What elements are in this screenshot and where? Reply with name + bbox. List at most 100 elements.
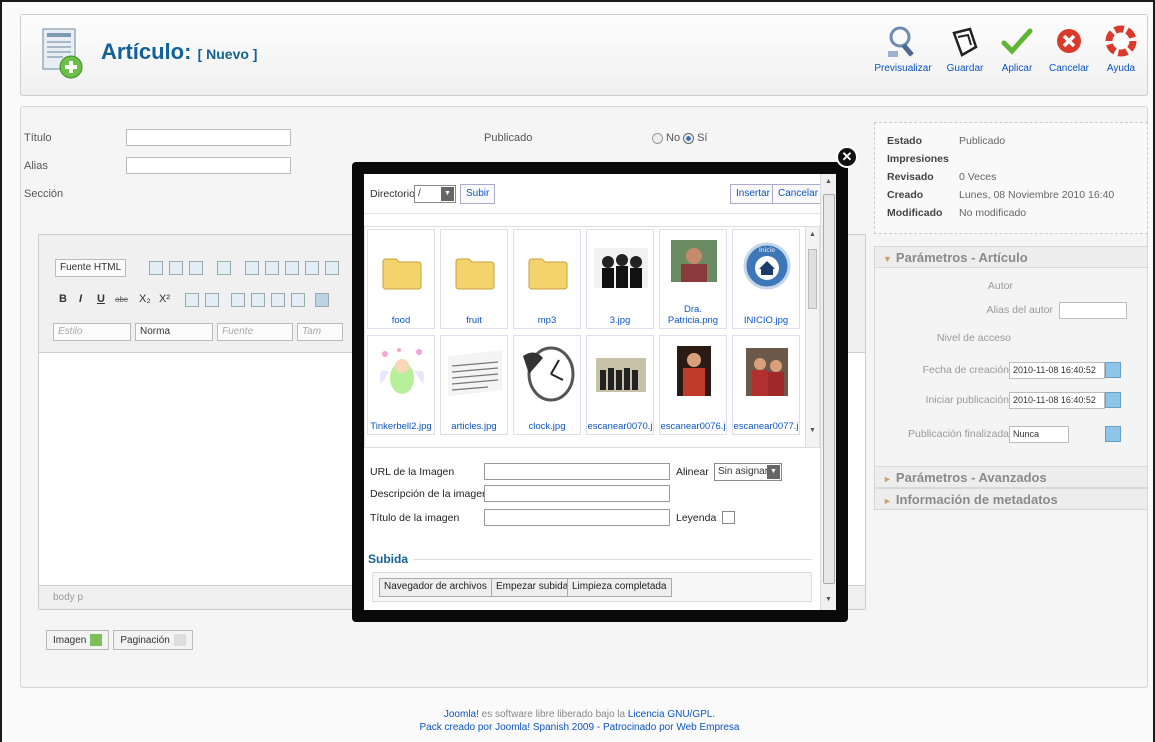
insert-image-button[interactable]: Imagen [46,630,110,650]
modal-cancel-button[interactable]: Cancelar [772,184,825,204]
radio-no[interactable] [652,132,663,144]
modal-scroll-thumb[interactable] [823,194,835,584]
accordion-metadata[interactable]: ► Información de metadatos [874,488,1148,510]
title-input[interactable] [126,129,291,146]
paste-icon[interactable] [285,261,299,275]
folder-tile[interactable]: food [367,229,435,329]
align-select[interactable]: Sin asignar ▼ [714,463,782,481]
footer-text: es software libre liberado bajo la [481,709,626,720]
credits-link[interactable]: Pack creado por Joomla! Spanish 2009 - P… [420,722,740,733]
gallery-scroll-thumb[interactable] [808,249,817,309]
size-select[interactable]: Tam [297,323,343,341]
italic-icon[interactable]: I [79,293,82,305]
apply-button[interactable]: Aplicar [991,23,1043,74]
start-upload-button[interactable]: Empezar subida [491,578,574,597]
image-title-input[interactable] [484,509,670,526]
scroll-down-icon[interactable]: ▼ [825,596,832,603]
pagebreak-button[interactable]: Paginación [113,630,193,650]
clear-completed-button[interactable]: Limpieza completada [567,578,672,597]
cut-icon[interactable] [245,261,259,275]
save-doc-icon[interactable] [149,261,163,275]
template-icon[interactable] [189,261,203,275]
close-modal-icon[interactable]: ✕ [836,146,858,168]
author-alias-input[interactable] [1059,302,1127,319]
image-tile[interactable]: escanear0076.j [659,335,727,435]
indent-icon[interactable] [251,293,265,307]
image-tile[interactable]: clock.jpg [513,335,581,435]
save-button[interactable]: Guardar [939,23,991,74]
image-tile[interactable]: escanear0070.j [586,335,654,435]
align-left-icon[interactable] [315,293,329,307]
upload-legend: Subida [368,552,409,566]
outdent-icon[interactable] [231,293,245,307]
calendar-icon[interactable] [1105,362,1121,378]
image-manager-modal: Directorio / ▼ Subir Insertar Cancelar fo… [352,162,848,622]
html-source-button[interactable]: Fuente HTML [55,259,127,277]
created-date-input[interactable]: 2010-11-08 16:40:52 [1009,362,1105,379]
browse-files-button[interactable]: Navegador de archivos [379,578,492,597]
publish-down-input[interactable]: Nunca [1009,426,1069,443]
publish-down-label: Publicación finalizada [908,428,1009,440]
copy-icon[interactable] [265,261,279,275]
insert-button[interactable]: Insertar [730,184,776,204]
home-button-thumbnail: Inicio [743,242,791,290]
image-properties-form: URL de la Imagen Alinear Sin asignar ▼ De… [364,456,820,554]
joomla-link[interactable]: Joomla! [444,709,479,720]
folder-tile[interactable]: fruit [440,229,508,329]
image-tile[interactable]: escanear0077.j [732,335,800,435]
directory-select[interactable]: / ▼ [414,185,456,203]
up-button[interactable]: Subir [460,184,496,204]
gallery-scrollbar[interactable]: ▲ ▼ [805,227,819,447]
page-footer: Joomla! es software libre liberado bajo … [2,708,1155,734]
numbered-list-icon[interactable] [185,293,199,307]
image-tile[interactable]: articles.jpg [440,335,508,435]
magnifier-icon [888,26,914,57]
fairy-thumbnail [380,348,424,394]
strike-icon[interactable]: abc [115,295,128,304]
blockquote-icon[interactable] [271,293,285,307]
superscript-icon[interactable]: X² [159,293,170,305]
image-url-input[interactable] [484,463,670,480]
style-select[interactable]: Estilo [53,323,131,341]
cite-icon[interactable] [291,293,305,307]
scroll-up-icon[interactable]: ▲ [825,178,832,185]
license-link[interactable]: Licencia GNU/GPL. [628,709,715,720]
access-level-label: Nivel de acceso [936,332,1011,344]
scroll-up-icon[interactable]: ▲ [809,231,816,238]
modified-key: Modificado [887,207,943,219]
calendar-icon[interactable] [1105,392,1121,408]
image-tile[interactable]: Inicio INICIO.jpg [732,229,800,329]
section-label: Sección [24,188,64,200]
underline-icon[interactable]: U [97,293,105,305]
print-icon[interactable] [217,261,231,275]
calendar-icon[interactable] [1105,426,1121,442]
format-select[interactable]: Norma [135,323,213,341]
modal-scrollbar[interactable]: ▲ ▼ [820,174,836,610]
published-label: Publicado [484,132,533,144]
subscript-icon[interactable]: X₂ [139,293,151,305]
new-doc-icon[interactable] [169,261,183,275]
caption-checkbox[interactable] [722,511,735,524]
page-subtitle: [ Nuevo ] [197,46,258,62]
page-header: Artículo: [ Nuevo ] Previsualizar Guarda… [20,14,1148,96]
modified-value: No modificado [959,207,1027,219]
accordion-article-params[interactable]: ▼ Parámetros - Artículo [874,246,1148,268]
accordion-advanced-params[interactable]: ► Parámetros - Avanzados [874,466,1148,488]
font-select[interactable]: Fuente [217,323,293,341]
image-tile[interactable]: 3.jpg [586,229,654,329]
scroll-down-icon[interactable]: ▼ [809,427,816,434]
preview-button[interactable]: Previsualizar [867,23,939,74]
publish-up-input[interactable]: 2010-11-08 16:40:52 [1009,392,1105,409]
cancel-button[interactable]: Cancelar [1043,23,1095,74]
alias-input[interactable] [126,157,291,174]
bold-icon[interactable]: B [59,293,67,305]
image-tile[interactable]: Tinkerbell2.jpg [367,335,435,435]
paste-text-icon[interactable] [305,261,319,275]
radio-si[interactable] [683,132,695,144]
help-button[interactable]: Ayuda [1095,23,1147,74]
image-description-input[interactable] [484,485,670,502]
image-tile[interactable]: Dra. Patricia.png [659,229,727,329]
folder-tile[interactable]: mp3 [513,229,581,329]
bullet-list-icon[interactable] [205,293,219,307]
paste-word-icon[interactable] [325,261,339,275]
